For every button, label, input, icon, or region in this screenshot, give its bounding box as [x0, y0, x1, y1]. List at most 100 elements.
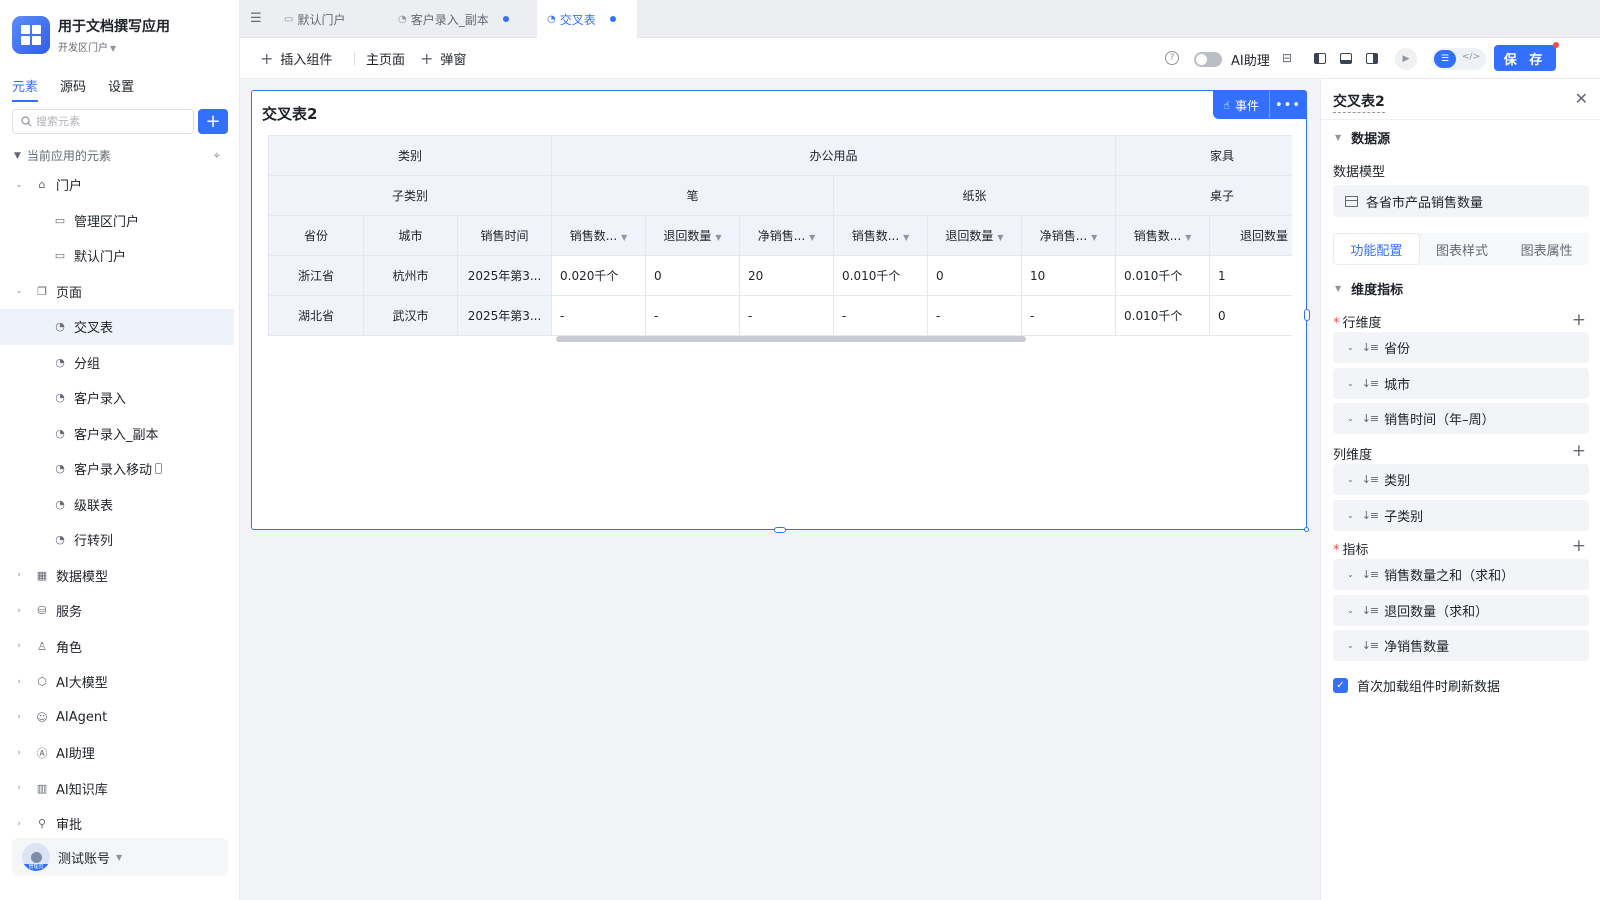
crosstab-component[interactable]: 交叉表2 ☝ 事件 ••• 类别 办公用品 家具 子类别 笔 纸张 桌子 省份 [251, 90, 1310, 533]
tree-item[interactable]: › ⛁ 服务 [0, 593, 240, 629]
tree-item[interactable]: ◔ 客户录入 [0, 380, 240, 416]
sort-icon[interactable]: ▼ [1091, 233, 1097, 242]
search-input[interactable] [36, 115, 176, 128]
tree-section-header[interactable]: ▼ 当前应用的元素 ⌖ [14, 147, 220, 164]
tree-item[interactable]: ◔ 分组 [0, 345, 240, 381]
chevron-right-icon[interactable]: › [12, 606, 26, 616]
design-mode-icon[interactable]: ☰ [1434, 50, 1456, 68]
collapse-sidebar-icon[interactable]: ☰ [250, 11, 262, 26]
header-cell[interactable]: 销售数... ▼ [551, 215, 646, 256]
tree-item[interactable]: › ▦ 数据模型 [0, 558, 240, 594]
resize-handle-corner[interactable] [1304, 527, 1309, 532]
tree-item[interactable]: ◔ 级联表 [0, 487, 240, 523]
design-code-switch[interactable]: ☰ </> [1432, 48, 1486, 70]
more-icon[interactable]: ••• [1270, 91, 1306, 119]
preview-play-icon[interactable]: ▶ [1395, 48, 1417, 70]
header-cell[interactable]: 净销售... ▼ [739, 215, 834, 256]
data-model-select[interactable]: 各省市产品销售数量 [1333, 185, 1589, 217]
dimension-section[interactable]: ▼ 维度指标 [1335, 279, 1403, 298]
popup-button[interactable]: + 弹窗 [420, 38, 466, 79]
left-panel-toggle-icon[interactable] [1312, 50, 1328, 66]
chevron-down-icon[interactable]: ⌄ [1347, 414, 1354, 423]
row-dim-field[interactable]: ⌄ ↓≡ 销售时间（年–周） [1333, 403, 1589, 434]
col-dim-field[interactable]: ⌄ ↓≡ 子类别 [1333, 499, 1589, 531]
sort-icon[interactable]: ▼ [903, 233, 909, 242]
right-panel-toggle-icon[interactable] [1364, 50, 1380, 66]
component-tree-icon[interactable]: ⊟ [1279, 50, 1295, 66]
locate-icon[interactable]: ⌖ [214, 149, 220, 163]
chevron-down-icon[interactable]: ⌄ [1347, 641, 1354, 650]
tree-item[interactable]: › ⬡ AI大模型 [0, 664, 240, 700]
tree-item[interactable]: › ♙ 角色 [0, 629, 240, 665]
main-page-button[interactable]: 主页面 [366, 38, 405, 79]
tree-item[interactable]: ◔ 客户录入_副本 [0, 416, 240, 452]
sort-icon[interactable]: ▼ [715, 233, 721, 242]
tree-item[interactable]: ⌄ ⌂ 门户 [0, 167, 240, 203]
chevron-down-icon[interactable]: ⌄ [1347, 343, 1354, 352]
chevron-down-icon[interactable]: ⌄ [1347, 379, 1354, 388]
save-button[interactable]: 保 存 [1494, 45, 1556, 71]
chevron-right-icon[interactable]: › [12, 748, 26, 758]
datasource-section[interactable]: ▼ 数据源 [1335, 128, 1390, 147]
chevron-down-icon[interactable]: ⌄ [1347, 570, 1354, 579]
tree-item[interactable]: ⌄ ❐ 页面 [0, 274, 240, 310]
tab-chart-props[interactable]: 图表属性 [1504, 233, 1589, 265]
chevron-right-icon[interactable]: › [12, 819, 26, 829]
sort-icon[interactable]: ▼ [621, 233, 627, 242]
header-cell[interactable]: 退回数量▼ [645, 215, 740, 256]
chevron-right-icon[interactable]: › [12, 677, 26, 687]
chevron-down-icon[interactable]: ⌄ [1347, 606, 1354, 615]
insert-component-button[interactable]: + 插入组件 [260, 38, 332, 79]
header-cell[interactable]: 退回数量▼ [1209, 215, 1292, 256]
code-mode-icon[interactable]: </> [1462, 52, 1480, 62]
add-row-dim-icon[interactable]: + [1572, 312, 1586, 329]
add-col-dim-icon[interactable]: + [1572, 443, 1586, 460]
refresh-on-load-checkbox[interactable]: ✓ 首次加载组件时刷新数据 [1333, 676, 1500, 695]
tree-item[interactable]: › ☺ AIAgent [0, 700, 240, 736]
tab-settings[interactable]: 设置 [108, 76, 134, 102]
element-search[interactable] [12, 109, 194, 134]
add-metric-icon[interactable]: + [1572, 538, 1586, 555]
horizontal-scrollbar[interactable] [556, 336, 1026, 342]
tree-item[interactable]: ▭ 默认门户 [0, 238, 240, 274]
sort-icon[interactable]: ▼ [1185, 233, 1191, 242]
tree-item[interactable]: › Ⓐ AI助理 [0, 735, 240, 771]
metric-field[interactable]: ⌄ ↓≡ 退回数量（求和） [1333, 594, 1589, 626]
chevron-right-icon[interactable]: › [12, 570, 26, 580]
resize-handle-bottom[interactable] [774, 527, 786, 533]
tab-function-config[interactable]: 功能配置 [1333, 233, 1420, 265]
event-button[interactable]: ☝ 事件 [1213, 91, 1270, 119]
row-dim-field[interactable]: ⌄ ↓≡ 城市 [1333, 367, 1589, 399]
tree-item[interactable]: ▭ 管理区门户 [0, 203, 240, 239]
tab-default-portal[interactable]: ▭ 默认门户 [274, 0, 382, 38]
tree-item[interactable]: ◔ 行转列 [0, 522, 240, 558]
metric-field[interactable]: ⌄ ↓≡ 净销售数量 [1333, 630, 1589, 661]
bottom-panel-toggle-icon[interactable] [1338, 50, 1354, 66]
col-dim-field[interactable]: ⌄ ↓≡ 类别 [1333, 464, 1589, 495]
tree-item[interactable]: › ▥ AI知识库 [0, 771, 240, 807]
panel-title[interactable]: 交叉表2 [1333, 91, 1385, 113]
ai-assistant-toggle[interactable] [1194, 52, 1222, 67]
chevron-down-icon[interactable]: ⌄ [1347, 511, 1354, 520]
header-cell[interactable]: 销售数... ▼ [1115, 215, 1211, 256]
chevron-down-icon[interactable]: ⌄ [12, 286, 26, 296]
resize-handle-right[interactable] [1304, 309, 1310, 321]
tree-item[interactable]: ◔ 交叉表 [0, 309, 234, 345]
chevron-right-icon[interactable]: › [12, 712, 26, 722]
row-dim-field[interactable]: ⌄ ↓≡ 省份 [1333, 332, 1589, 363]
add-element-button[interactable]: + [198, 109, 228, 134]
chevron-down-icon[interactable]: ⌄ [12, 180, 26, 190]
tab-source[interactable]: 源码 [60, 76, 86, 102]
help-icon[interactable]: ? [1165, 51, 1179, 65]
sort-icon[interactable]: ▼ [809, 233, 815, 242]
tab-customer-entry-copy[interactable]: ◔ 客户录入_副本 [388, 0, 528, 38]
tab-chart-style[interactable]: 图表样式 [1420, 233, 1505, 265]
sort-icon[interactable]: ▼ [997, 233, 1003, 242]
header-cell[interactable]: 销售数... ▼ [833, 215, 928, 256]
header-cell[interactable]: 净销售... ▼ [1020, 215, 1117, 256]
close-icon[interactable]: ✕ [1575, 89, 1588, 108]
tab-elements[interactable]: 元素 [12, 76, 39, 102]
chevron-down-icon[interactable]: ⌄ [1347, 475, 1354, 484]
pivot-table-viewport[interactable]: 类别 办公用品 家具 子类别 笔 纸张 桌子 省份 城市 销售时间 销售数... ▼ 退回… [268, 135, 1292, 343]
user-menu[interactable]: 管理员 测试账号 ▼ [12, 838, 228, 876]
